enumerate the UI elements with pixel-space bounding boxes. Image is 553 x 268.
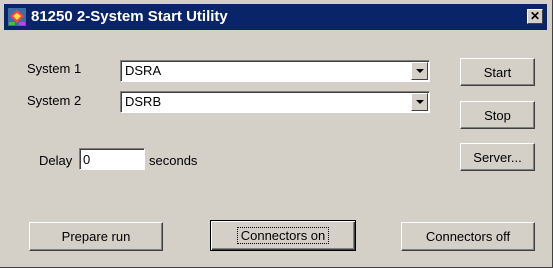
system1-select[interactable]: DSRA — [120, 60, 430, 82]
chevron-down-icon[interactable] — [411, 93, 428, 111]
close-button[interactable]: ✕ — [527, 9, 543, 24]
system1-value: DSRA — [125, 63, 162, 78]
window-title: 81250 2-System Start Utility — [31, 8, 228, 25]
system2-select[interactable]: DSRB — [120, 91, 430, 113]
connectors-on-focus: Connectors on — [236, 227, 330, 244]
server-button-label: Server... — [473, 149, 522, 165]
start-button[interactable]: Start — [460, 58, 535, 86]
stop-button[interactable]: Stop — [460, 101, 535, 129]
app-icon — [8, 8, 26, 26]
delay-input[interactable] — [79, 148, 145, 170]
delay-label: Delay — [39, 153, 73, 168]
chevron-down-icon[interactable] — [411, 62, 428, 80]
app-window: 81250 2-System Start Utility ✕ System 1 … — [0, 0, 553, 268]
title-bar[interactable]: 81250 2-System Start Utility ✕ — [4, 4, 547, 30]
prepare-run-label: Prepare run — [61, 229, 131, 244]
start-button-label: Start — [483, 64, 512, 80]
prepare-run-button[interactable]: Prepare run — [29, 222, 163, 251]
connectors-off-label: Connectors off — [425, 229, 511, 244]
stop-button-label: Stop — [484, 107, 511, 123]
delay-unit-label: seconds — [149, 153, 198, 168]
close-icon: ✕ — [529, 9, 541, 23]
connectors-off-button[interactable]: Connectors off — [401, 222, 535, 251]
system2-value: DSRB — [125, 94, 162, 109]
system1-label: System 1 — [27, 61, 82, 76]
server-button[interactable]: Server... — [460, 143, 535, 171]
system2-label: System 2 — [27, 93, 82, 108]
connectors-on-button[interactable]: Connectors on — [210, 220, 356, 251]
connectors-on-label: Connectors on — [240, 228, 326, 243]
